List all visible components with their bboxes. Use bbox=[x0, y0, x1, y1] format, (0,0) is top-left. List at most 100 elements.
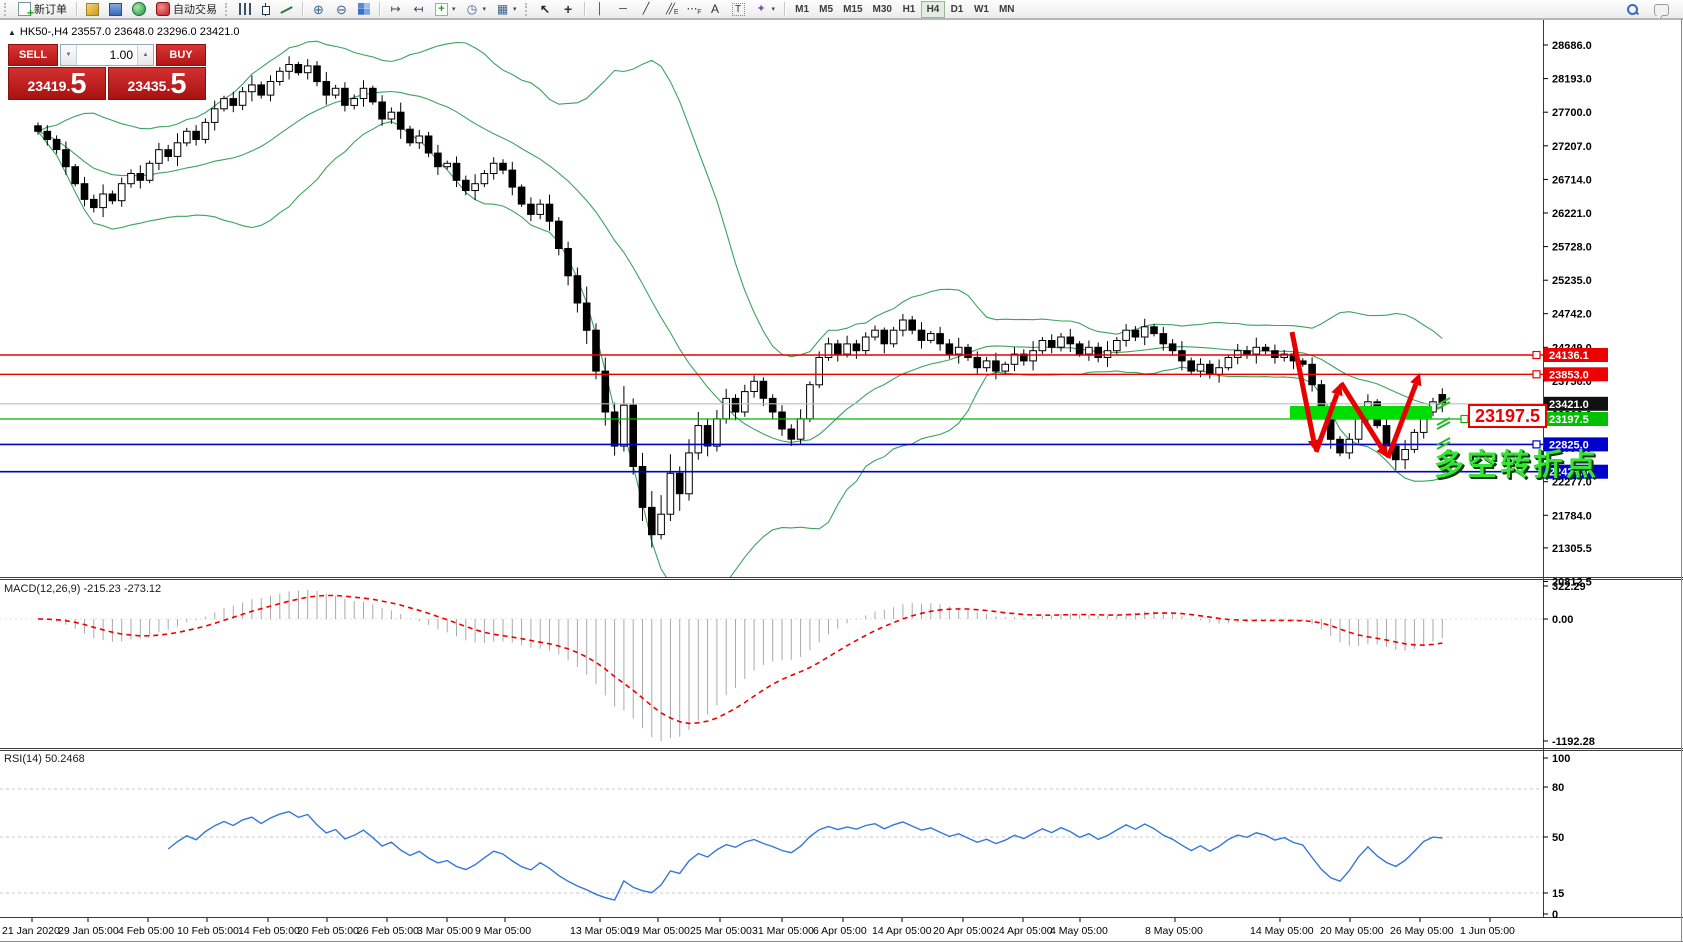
toolbar-separator bbox=[784, 2, 785, 16]
mt4-window: 新订单 自动交易 ▾ ▾ ▾ ▾ bbox=[0, 0, 1683, 942]
one-click-trade-panel: SELL ▼ 1.00 ▲ BUY 23419.5 23435.5 bbox=[8, 44, 206, 100]
tile-windows-button[interactable] bbox=[354, 1, 374, 18]
timeframe-m15[interactable]: M15 bbox=[838, 1, 867, 18]
toolbar-separator bbox=[379, 2, 380, 16]
arrows-tool-button[interactable]: ▾ bbox=[751, 1, 780, 18]
svg-text:23197.5: 23197.5 bbox=[1549, 414, 1589, 426]
svg-text:19 Mar 05:00: 19 Mar 05:00 bbox=[628, 925, 690, 937]
signals-button[interactable] bbox=[128, 1, 150, 18]
periods-button[interactable]: ▾ bbox=[462, 1, 491, 18]
auto-scroll-icon bbox=[389, 3, 402, 16]
chart-canvas[interactable]: 28686.028193.027700.027207.026714.026221… bbox=[0, 0, 1683, 942]
symbol-ohlc-text: HK50-,H4 23557.0 23648.0 23296.0 23421.0 bbox=[20, 26, 240, 38]
timeframe-m5[interactable]: M5 bbox=[814, 1, 838, 18]
timeframe-m30[interactable]: M30 bbox=[868, 1, 897, 18]
timeframe-m1[interactable]: M1 bbox=[790, 1, 814, 18]
volume-stepper: ▼ 1.00 ▲ bbox=[60, 44, 154, 66]
indicators-icon bbox=[435, 3, 448, 16]
chat-button[interactable] bbox=[1650, 1, 1673, 18]
profiles-button[interactable] bbox=[105, 1, 126, 18]
crosshair-tool-button[interactable] bbox=[558, 1, 579, 18]
svg-text:28686.0: 28686.0 bbox=[1552, 40, 1592, 52]
buy-button[interactable]: BUY bbox=[156, 44, 206, 66]
volume-down-button[interactable]: ▼ bbox=[61, 45, 77, 65]
svg-text:25 Mar 05:00: 25 Mar 05:00 bbox=[690, 925, 752, 937]
zoom-in-icon bbox=[312, 3, 325, 16]
chinese-annotation[interactable]: 多空转折点 bbox=[1434, 440, 1599, 484]
market-watch-button[interactable] bbox=[82, 1, 103, 18]
timeframe-bar: M1M5M15M30H1H4D1W1MN bbox=[790, 1, 1019, 18]
timeframe-h4[interactable]: H4 bbox=[921, 1, 945, 18]
bar-chart-button[interactable] bbox=[235, 1, 255, 18]
buy-price-display[interactable]: 23435.5 bbox=[108, 67, 206, 100]
timeframe-mn[interactable]: MN bbox=[994, 1, 1020, 18]
symbol-header[interactable]: ▲ HK50-,H4 23557.0 23648.0 23296.0 23421.… bbox=[8, 26, 240, 38]
svg-text:24 Apr 05:00: 24 Apr 05:00 bbox=[993, 925, 1053, 937]
new-order-icon bbox=[18, 2, 31, 16]
svg-text:0.00: 0.00 bbox=[1552, 614, 1573, 626]
fibonacci-icon bbox=[686, 3, 699, 16]
svg-text:14 May 05:00: 14 May 05:00 bbox=[1250, 925, 1314, 937]
svg-text:25728.0: 25728.0 bbox=[1552, 242, 1592, 254]
svg-text:20 Apr 05:00: 20 Apr 05:00 bbox=[933, 925, 993, 937]
price-level-flag[interactable]: 23197.5 bbox=[1468, 404, 1547, 428]
svg-text:25235.0: 25235.0 bbox=[1552, 275, 1592, 287]
text-tool-button[interactable] bbox=[705, 1, 726, 18]
chevron-down-icon: ▾ bbox=[483, 5, 487, 13]
svg-text:20 May 05:00: 20 May 05:00 bbox=[1320, 925, 1384, 937]
fibonacci-tool-button[interactable] bbox=[682, 1, 703, 18]
trendline-tool-button[interactable] bbox=[636, 1, 657, 18]
svg-text:4 Feb 05:00: 4 Feb 05:00 bbox=[118, 925, 174, 937]
line-chart-button[interactable] bbox=[276, 1, 297, 18]
svg-text:27207.0: 27207.0 bbox=[1552, 141, 1592, 153]
template-icon bbox=[496, 3, 509, 16]
clock-icon bbox=[466, 3, 479, 16]
svg-text:23421.0: 23421.0 bbox=[1549, 399, 1589, 411]
timeframe-w1[interactable]: W1 bbox=[969, 1, 994, 18]
autotrading-button[interactable]: 自动交易 bbox=[152, 1, 221, 18]
candlestick-button[interactable] bbox=[257, 1, 274, 18]
bar-chart-icon bbox=[239, 3, 251, 15]
templates-button[interactable]: ▾ bbox=[492, 1, 521, 18]
sell-price-display[interactable]: 23419.5 bbox=[8, 67, 106, 100]
svg-text:21784.0: 21784.0 bbox=[1552, 510, 1592, 522]
chart-shift-button[interactable] bbox=[408, 1, 429, 18]
macd-indicator-label: MACD(12,26,9) -215.23 -273.12 bbox=[4, 583, 161, 595]
new-order-button[interactable]: 新订单 bbox=[14, 1, 71, 18]
svg-text:6 Apr 05:00: 6 Apr 05:00 bbox=[813, 925, 867, 937]
chat-icon bbox=[1654, 4, 1669, 16]
chevron-down-icon: ▾ bbox=[513, 5, 517, 13]
vertical-line-tool-button[interactable] bbox=[590, 1, 611, 18]
line-chart-icon bbox=[280, 3, 293, 16]
svg-text:10 Feb 05:00: 10 Feb 05:00 bbox=[177, 925, 239, 937]
level-handle bbox=[1533, 352, 1540, 359]
auto-scroll-button[interactable] bbox=[385, 1, 406, 18]
cursor-tool-button[interactable] bbox=[535, 1, 556, 18]
horizontal-line-icon bbox=[617, 3, 630, 16]
text-label-icon bbox=[732, 3, 745, 16]
indicators-button[interactable]: ▾ bbox=[431, 1, 460, 18]
toolbar-grip bbox=[525, 3, 531, 16]
svg-text:13 Mar 05:00: 13 Mar 05:00 bbox=[570, 925, 632, 937]
arrows-icon bbox=[755, 3, 768, 16]
svg-text:20 Feb 05:00: 20 Feb 05:00 bbox=[297, 925, 359, 937]
volume-up-button[interactable]: ▲ bbox=[137, 45, 153, 65]
sell-button[interactable]: SELL bbox=[8, 44, 58, 66]
volume-input[interactable]: 1.00 bbox=[77, 45, 137, 65]
timeframe-h1[interactable]: H1 bbox=[897, 1, 921, 18]
toolbar: 新订单 自动交易 ▾ ▾ ▾ ▾ bbox=[0, 0, 1683, 19]
zoom-out-button[interactable] bbox=[331, 1, 352, 18]
horizontal-line-tool-button[interactable] bbox=[613, 1, 634, 18]
text-label-tool-button[interactable] bbox=[728, 1, 749, 18]
timeframe-d1[interactable]: D1 bbox=[945, 1, 969, 18]
charts-icon bbox=[109, 3, 122, 16]
cursor-icon bbox=[539, 3, 552, 16]
collapse-arrow-icon[interactable]: ▲ bbox=[8, 28, 16, 37]
box-icon bbox=[86, 3, 99, 16]
zoom-in-button[interactable] bbox=[308, 1, 329, 18]
svg-text:80: 80 bbox=[1552, 782, 1564, 794]
search-button[interactable] bbox=[1622, 1, 1642, 18]
channel-icon bbox=[663, 3, 676, 16]
vertical-line-icon bbox=[594, 3, 607, 16]
channel-tool-button[interactable] bbox=[659, 1, 680, 18]
